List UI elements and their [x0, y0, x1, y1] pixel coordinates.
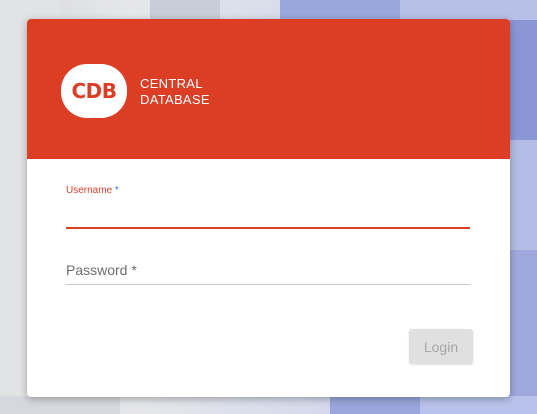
- password-field[interactable]: Password *: [66, 255, 470, 285]
- username-underline: [66, 227, 470, 229]
- brand-name: CENTRAL DATABASE: [140, 76, 210, 108]
- login-button[interactable]: Login: [409, 329, 473, 364]
- brand-name-line1: CENTRAL: [140, 76, 203, 91]
- password-underline: [66, 284, 470, 285]
- card-header: CDB CENTRAL DATABASE: [27, 19, 510, 159]
- login-button-label: Login: [423, 338, 459, 355]
- username-label: Username *: [66, 185, 119, 196]
- username-input[interactable]: [66, 205, 470, 225]
- logo: CDB: [61, 64, 127, 118]
- brand-name-line2: DATABASE: [140, 92, 210, 107]
- username-required-mark: *: [114, 185, 119, 196]
- username-field[interactable]: Username *: [66, 185, 470, 229]
- login-card: CDB CENTRAL DATABASE Username * Password…: [27, 19, 510, 397]
- logo-text: CDB: [71, 79, 117, 103]
- password-input[interactable]: [66, 261, 470, 281]
